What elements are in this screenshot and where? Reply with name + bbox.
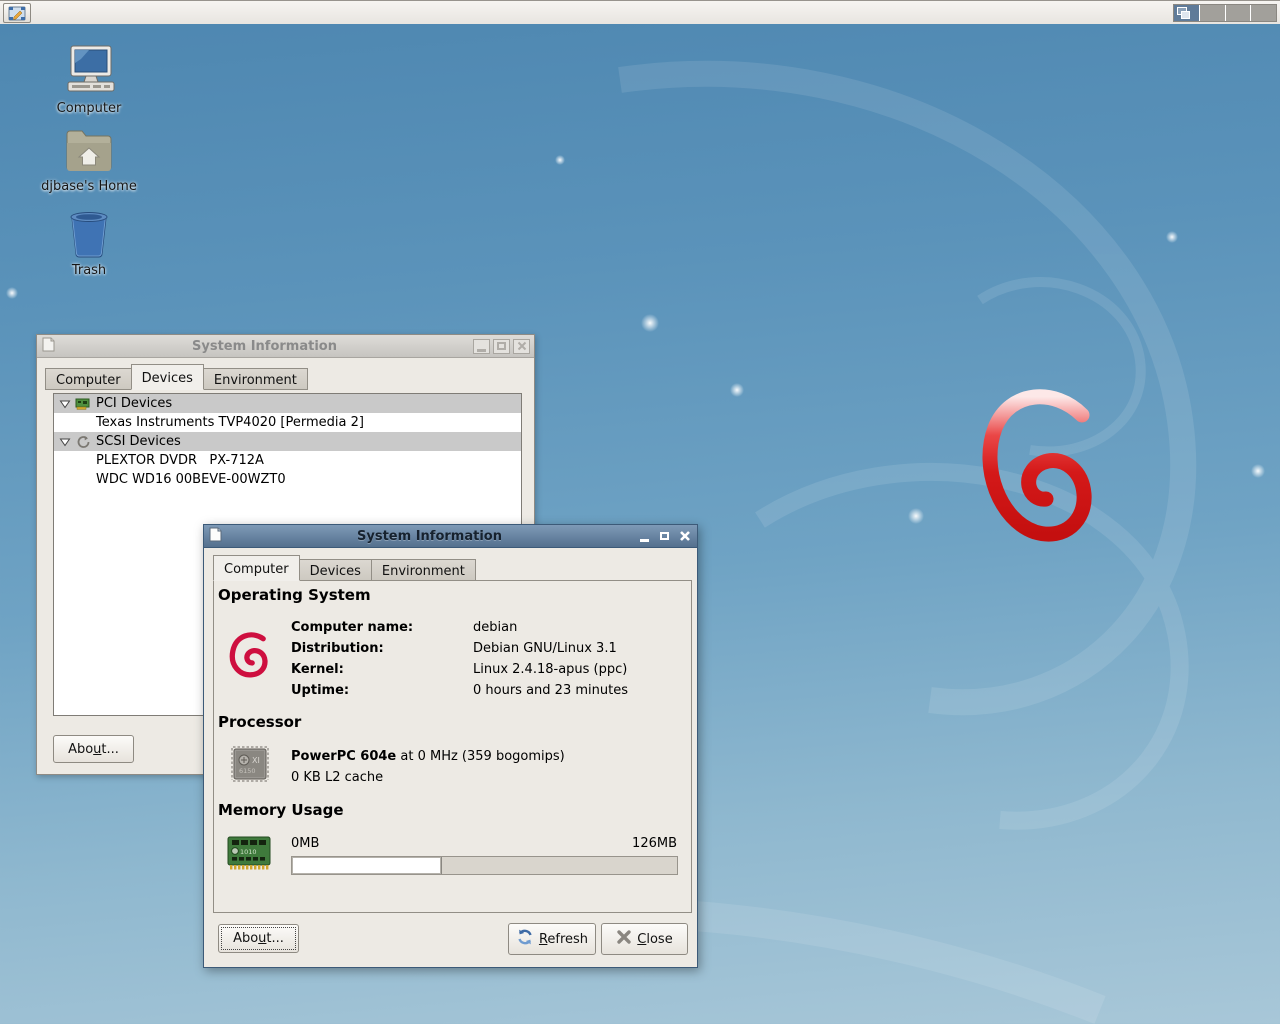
ram-module-icon: 1010 <box>226 833 272 875</box>
device-name: PLEXTOR DVDR PX-712A <box>96 453 264 468</box>
window-title: System Information <box>227 529 632 544</box>
os-section-heading: Operating System <box>218 586 371 604</box>
os-row-value: debian <box>473 620 628 641</box>
processor-line: PowerPC 604e at 0 MHz (359 bogomips) <box>291 749 565 764</box>
close-button[interactable] <box>513 339 530 354</box>
memory-section-heading: Memory Usage <box>218 801 344 819</box>
system-information-window-front[interactable]: System Information Computer Devices Envi… <box>203 524 698 968</box>
os-row-label: Distribution: <box>291 641 413 662</box>
desktop-icon-trash[interactable]: Trash <box>41 206 137 278</box>
close-x-icon <box>616 929 632 949</box>
window-title: System Information <box>60 339 469 354</box>
about-button[interactable]: About... <box>53 735 134 763</box>
refresh-button[interactable]: Refresh <box>508 923 596 955</box>
workspace-4[interactable] <box>1251 5 1276 21</box>
svg-text:XI: XI <box>252 756 260 765</box>
processor-detail: at 0 MHz (359 bogomips) <box>396 749 564 764</box>
workspace-1[interactable] <box>1174 5 1200 21</box>
tab-environment[interactable]: Environment <box>371 559 476 581</box>
expander-icon[interactable] <box>59 436 73 448</box>
desktop-icon-home[interactable]: djbase's Home <box>41 124 137 194</box>
expander-icon[interactable] <box>59 398 73 410</box>
minimize-button[interactable] <box>473 339 490 354</box>
processor-section-heading: Processor <box>218 713 301 731</box>
maximize-button[interactable] <box>656 529 673 544</box>
device-group-row[interactable]: SCSI Devices <box>54 432 521 451</box>
window-icon <box>41 337 56 356</box>
bottom-panel <box>0 0 1280 24</box>
device-row[interactable]: Texas Instruments TVP4020 [Permedia 2] <box>54 413 521 432</box>
workspace-switcher[interactable] <box>1173 4 1277 22</box>
close-button-label: Close <box>637 932 672 947</box>
memory-progress-fill <box>292 857 442 874</box>
device-group-name: SCSI Devices <box>96 434 181 449</box>
processor-name: PowerPC 604e <box>291 749 396 764</box>
show-desktop-button[interactable] <box>3 3 31 23</box>
titlebar[interactable]: System Information <box>37 335 534 358</box>
tab-computer[interactable]: Computer <box>45 368 132 390</box>
debian-logo-icon <box>228 631 272 687</box>
maximize-button[interactable] <box>493 339 510 354</box>
os-row-value: 0 hours and 23 minutes <box>473 683 628 704</box>
close-button[interactable]: Close <box>601 923 688 955</box>
trash-icon <box>41 206 137 260</box>
about-button-label: About... <box>68 742 119 757</box>
about-button-label: About... <box>233 931 284 946</box>
titlebar[interactable]: System Information <box>204 525 697 548</box>
device-row[interactable]: PLEXTOR DVDR PX-712A <box>54 451 521 470</box>
device-group-name: PCI Devices <box>96 396 172 411</box>
minimize-button[interactable] <box>636 529 653 544</box>
device-group-row[interactable]: PCI Devices <box>54 394 521 413</box>
desktop-icon-label: djbase's Home <box>41 179 137 194</box>
desktop-icon-computer[interactable]: Computer <box>41 44 137 116</box>
memory-end-label: 126MB <box>291 836 677 851</box>
cpu-chip-icon: XI 6150 <box>228 743 272 789</box>
desktop-icon-label: Trash <box>41 263 137 278</box>
device-row[interactable]: WDC WD16 00BEVE-00WZT0 <box>54 470 521 489</box>
desktop-icon-label: Computer <box>41 101 137 116</box>
refresh-icon <box>516 928 534 950</box>
svg-text:1010: 1010 <box>240 848 257 856</box>
device-name: WDC WD16 00BEVE-00WZT0 <box>96 472 286 487</box>
window-icon <box>208 527 223 546</box>
refresh-button-label: Refresh <box>539 932 588 947</box>
os-row-label: Kernel: <box>291 662 413 683</box>
svg-text:6150: 6150 <box>239 767 256 775</box>
os-row-value: Linux 2.4.18-apus (ppc) <box>473 662 628 683</box>
debian-swirl-wallpaper <box>988 392 1084 537</box>
workspace-2[interactable] <box>1200 5 1226 21</box>
pci-card-icon <box>75 397 91 411</box>
scsi-device-icon <box>75 435 91 449</box>
workspace-3[interactable] <box>1226 5 1252 21</box>
workspace-window-thumb <box>1181 11 1190 19</box>
os-row-value: Debian GNU/Linux 3.1 <box>473 641 628 662</box>
os-row-label: Uptime: <box>291 683 413 704</box>
memory-progress-bar <box>291 856 678 875</box>
tab-computer[interactable]: Computer <box>213 555 300 581</box>
os-row-label: Computer name: <box>291 620 413 641</box>
tab-devices[interactable]: Devices <box>299 559 372 581</box>
tab-environment[interactable]: Environment <box>203 368 308 390</box>
processor-cache: 0 KB L2 cache <box>291 770 383 785</box>
computer-icon <box>41 44 137 98</box>
home-folder-icon <box>41 124 137 176</box>
device-name: Texas Instruments TVP4020 [Permedia 2] <box>96 415 364 430</box>
close-button[interactable] <box>676 529 693 544</box>
about-button[interactable]: About... <box>218 924 299 953</box>
tab-devices[interactable]: Devices <box>131 364 204 390</box>
